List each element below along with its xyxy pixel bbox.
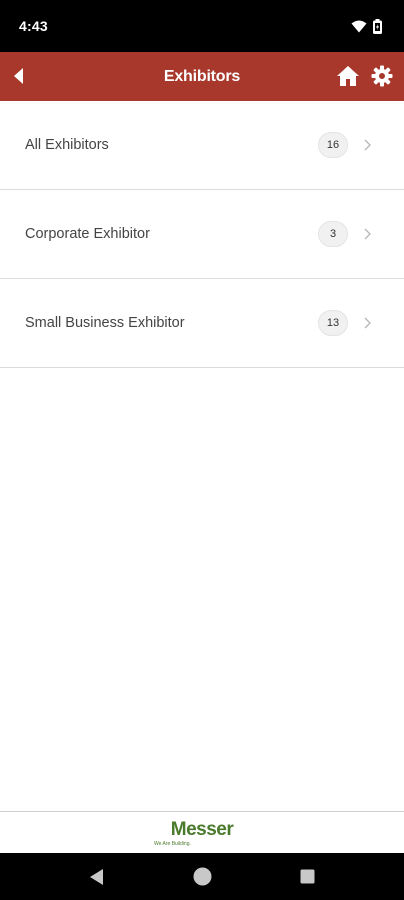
item-label: All Exhibitors xyxy=(25,137,109,153)
count-badge: 16 xyxy=(318,132,348,158)
status-icons xyxy=(351,18,382,34)
home-button[interactable] xyxy=(336,65,360,87)
gear-icon xyxy=(371,65,393,87)
list-item-small-business-exhibitor[interactable]: Small Business Exhibitor 13 xyxy=(0,279,404,368)
battery-icon xyxy=(373,18,382,34)
sponsor-logo-word: Messer xyxy=(170,818,234,840)
count-badge: 13 xyxy=(318,310,348,336)
nav-back-icon[interactable] xyxy=(88,868,104,886)
sponsor-logo-tagline: We Are Building. xyxy=(154,840,191,847)
status-bar: 4:43 xyxy=(0,0,404,52)
chevron-right-icon xyxy=(364,317,371,329)
back-arrow-icon xyxy=(14,68,23,84)
sponsor-banner[interactable]: Messer We Are Building. xyxy=(0,811,404,853)
list-item-corporate-exhibitor[interactable]: Corporate Exhibitor 3 xyxy=(0,190,404,279)
list-item-all-exhibitors[interactable]: All Exhibitors 16 xyxy=(0,101,404,190)
back-button[interactable] xyxy=(8,64,28,88)
category-list: All Exhibitors 16 Corporate Exhibitor 3 … xyxy=(0,101,404,368)
sponsor-logo: Messer We Are Building. xyxy=(152,816,252,850)
nav-home-icon[interactable] xyxy=(193,867,212,886)
app-bar: Exhibitors xyxy=(0,52,404,101)
item-label: Corporate Exhibitor xyxy=(25,226,150,242)
settings-button[interactable] xyxy=(371,65,393,87)
item-label: Small Business Exhibitor xyxy=(25,315,185,331)
chevron-right-icon xyxy=(364,139,371,151)
home-icon xyxy=(337,66,359,86)
system-nav-bar xyxy=(0,853,404,900)
count-badge: 3 xyxy=(318,221,348,247)
nav-recents-icon[interactable] xyxy=(300,869,315,884)
status-time: 4:43 xyxy=(19,18,48,34)
chevron-right-icon xyxy=(364,228,371,240)
wifi-icon xyxy=(351,20,367,32)
